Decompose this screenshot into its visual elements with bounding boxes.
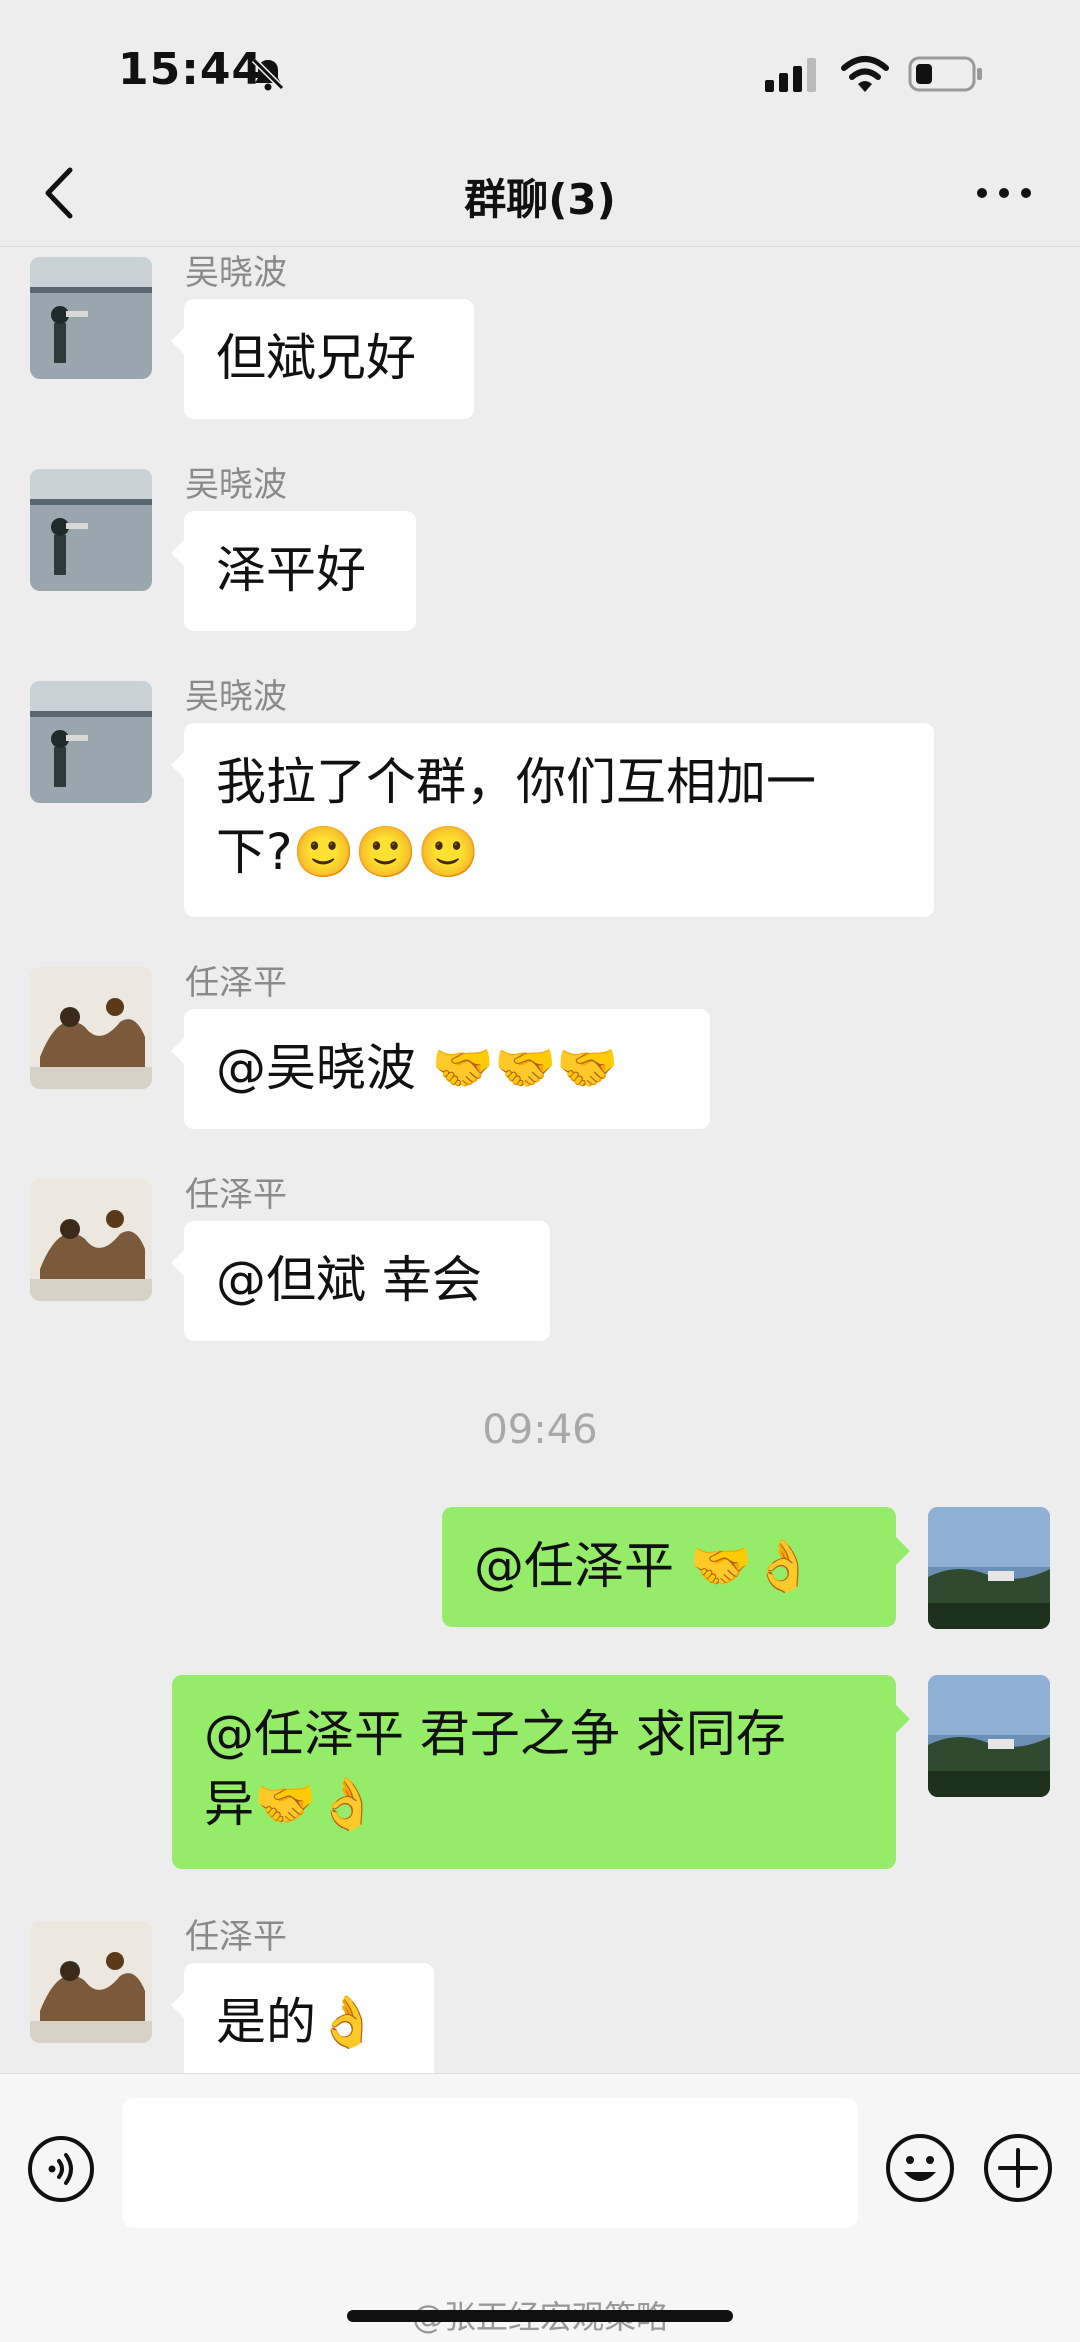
sender-name: 吴晓波: [185, 677, 287, 717]
nav-bar: 群聊(3): [0, 140, 1080, 247]
bell-slash-icon: [251, 57, 285, 91]
smile-emoji: 🙂🙂🙂: [292, 823, 480, 881]
message-text: 我拉了个群，你们互相加一: [216, 753, 816, 811]
voice-input-icon[interactable]: [26, 2134, 96, 2204]
ok-emoji: 👌: [316, 1993, 379, 2051]
message-text-cont: 异: [204, 1775, 254, 1833]
avatar-ren[interactable]: [30, 1921, 152, 2043]
handshake-ok-emoji: 🤝👌: [689, 1537, 815, 1595]
message-text: @任泽平 君子之争 求同存: [204, 1705, 786, 1763]
wifi-icon: [841, 56, 889, 92]
chat-title: 群聊(3): [464, 175, 616, 224]
message-list[interactable]: 吴晓波 但斌兄好 吴晓波 泽平好 吴晓波 我拉了个群，你们互相加一 下?🙂🙂🙂: [0, 247, 1080, 2073]
avatar-ren[interactable]: [30, 967, 152, 1089]
message-text: @吴晓波: [216, 1039, 432, 1097]
sender-name: 任泽平: [185, 1175, 287, 1215]
avatar-me[interactable]: [928, 1675, 1050, 1797]
status-bar: 15:44: [0, 0, 1080, 140]
message-bubble[interactable]: 但斌兄好: [184, 299, 474, 419]
plus-icon[interactable]: [982, 2132, 1054, 2204]
avatar-ren[interactable]: [30, 1179, 152, 1301]
message-text: 是的: [216, 1993, 316, 2051]
sender-name: 任泽平: [185, 1917, 287, 1957]
home-indicator[interactable]: [347, 2310, 733, 2322]
input-bar: @张正经宏观策略: [0, 2073, 1080, 2342]
avatar-me[interactable]: [928, 1507, 1050, 1629]
sender-name: 吴晓波: [185, 465, 287, 505]
status-time: 15:44: [118, 44, 264, 95]
message-text: @任泽平: [474, 1537, 690, 1595]
avatar-wu[interactable]: [30, 257, 152, 379]
battery-icon: [908, 56, 982, 92]
message-text: @但斌 幸会: [216, 1251, 482, 1309]
message-bubble[interactable]: @但斌 幸会: [184, 1221, 550, 1341]
message-timestamp: 09:46: [482, 1407, 598, 1453]
message-bubble[interactable]: 是的👌: [184, 1963, 434, 2073]
message-text: 但斌兄好: [216, 329, 416, 387]
message-text: 泽平好: [216, 541, 366, 599]
message-bubble[interactable]: 我拉了个群，你们互相加一 下?🙂🙂🙂: [184, 723, 934, 917]
message-input[interactable]: [122, 2098, 858, 2228]
cellular-signal-icon: [765, 58, 816, 92]
sender-name: 吴晓波: [185, 253, 287, 293]
message-bubble[interactable]: @吴晓波 🤝🤝🤝: [184, 1009, 710, 1129]
message-text-cont: 下?: [216, 823, 293, 881]
handshake-emoji: 🤝🤝🤝: [431, 1039, 619, 1097]
handshake-ok-emoji: 🤝👌: [254, 1775, 379, 1833]
message-bubble[interactable]: @任泽平 🤝👌: [442, 1507, 896, 1627]
emoji-icon[interactable]: [884, 2132, 956, 2204]
message-bubble[interactable]: 泽平好: [184, 511, 416, 631]
avatar-wu[interactable]: [30, 681, 152, 803]
message-bubble[interactable]: @任泽平 君子之争 求同存 异🤝👌: [172, 1675, 896, 1869]
more-dots-icon[interactable]: [974, 178, 1034, 208]
avatar-wu[interactable]: [30, 469, 152, 591]
sender-name: 任泽平: [185, 963, 287, 1003]
